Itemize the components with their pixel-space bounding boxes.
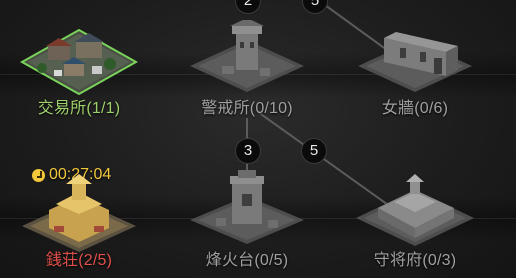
requirement-badge-garrison: 5 — [301, 138, 327, 164]
bank-label: 銭荘(2/5) — [45, 252, 113, 269]
building-garrison[interactable]: 守将府(0/3) — [350, 168, 480, 272]
building-parapet[interactable]: 女牆(0/6) — [350, 20, 480, 120]
garrison-building-icon — [356, 174, 474, 246]
watchtower-building-icon — [190, 20, 304, 92]
parapet-label: 女牆(0/6) — [381, 100, 449, 117]
beacon-tower-building-icon — [190, 170, 304, 244]
requirement-badge-beacon: 3 — [235, 138, 261, 164]
garrison-label: 守将府(0/3) — [373, 252, 457, 269]
building-market[interactable]: 交易所(1/1) — [14, 20, 144, 120]
building-beacon-tower[interactable]: 烽火台(0/5) — [182, 168, 312, 272]
bank-building-icon — [22, 174, 136, 252]
watchtower-label: 警戒所(0/10) — [201, 100, 293, 117]
market-label: 交易所(1/1) — [37, 100, 121, 117]
beacon-tower-label: 烽火台(0/5) — [205, 252, 289, 269]
market-building-icon — [19, 28, 139, 96]
building-watchtower[interactable]: 警戒所(0/10) — [182, 20, 312, 120]
building-bank[interactable]: 00:27:04 銭荘(2/5) — [14, 160, 144, 272]
parapet-building-icon — [358, 32, 472, 92]
